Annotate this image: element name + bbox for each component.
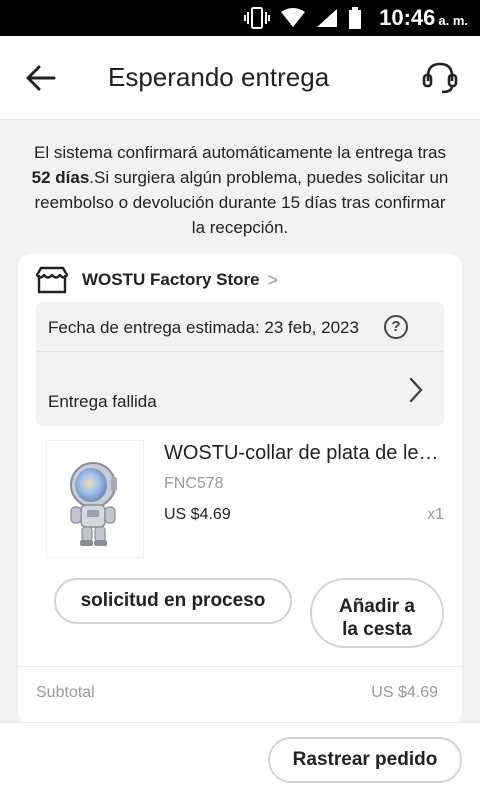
store-name: WOSTU Factory Store [82, 270, 260, 289]
product-image[interactable] [46, 440, 144, 558]
delivery-status-row[interactable]: Entrega fallida [36, 352, 444, 426]
subtotal-value: US $4.69 [371, 684, 438, 701]
status-icons [244, 6, 362, 30]
add-to-cart-label-line2: la cesta [342, 619, 412, 640]
status-bar: 10:46 a. m. [0, 0, 480, 36]
request-in-process-button[interactable]: solicitud en proceso [54, 578, 292, 624]
product-quantity: x1 [427, 506, 444, 523]
product-price: US $4.69 [164, 506, 231, 523]
track-order-button[interactable]: Rastrear pedido [268, 737, 462, 783]
clock-ampm: a. m. [438, 13, 468, 28]
astronaut-pendant-image [70, 462, 117, 546]
wifi-icon [281, 8, 305, 27]
product-name[interactable]: WOSTU-collar de plata de ley 925 astrona… [164, 442, 442, 465]
add-to-cart-button[interactable]: Añadir a la cesta [310, 578, 444, 648]
product-item: WOSTU-collar de plata de ley 925 astrona… [36, 440, 444, 560]
clock: 10:46 a. m. [379, 5, 468, 31]
subtotal-label: Subtotal [36, 684, 95, 701]
store-chevron-icon: > [267, 269, 279, 290]
signal-icon [317, 9, 337, 27]
add-to-cart-label-line1: Añadir a [338, 596, 416, 617]
clock-time: 10:46 [379, 5, 436, 30]
battery-icon [349, 7, 361, 29]
notice-days: 52 días [31, 168, 90, 187]
page-title: Esperando entrega [108, 62, 330, 92]
delivery-info: Fecha de entrega estimada: 23 feb, 2023 … [36, 302, 444, 426]
notice-text-2: .Si surgiera algún problema, puedes soli… [34, 168, 449, 237]
bottom-action-bar: Rastrear pedido [0, 722, 480, 800]
headset-icon[interactable] [422, 61, 458, 95]
order-card: WOSTU Factory Store > Fecha de entrega e… [18, 254, 462, 724]
store-icon [36, 266, 68, 294]
product-sku: FNC578 [164, 475, 224, 492]
chevron-right-icon [409, 377, 423, 403]
arrow-left-icon[interactable] [24, 63, 58, 93]
auto-confirm-notice: El sistema confirmará automáticamente la… [30, 140, 450, 240]
divider [18, 666, 462, 667]
estimated-delivery-date: Fecha de entrega estimada: 23 feb, 2023 [48, 318, 359, 337]
notice-text-1: El sistema confirmará automáticamente la… [34, 143, 446, 162]
app-bar: Esperando entrega [0, 36, 480, 120]
store-link[interactable]: WOSTU Factory Store > [36, 264, 278, 296]
vibrate-icon [244, 7, 270, 29]
delivery-status: Entrega fallida [48, 392, 157, 411]
help-icon[interactable]: ? [384, 315, 408, 339]
